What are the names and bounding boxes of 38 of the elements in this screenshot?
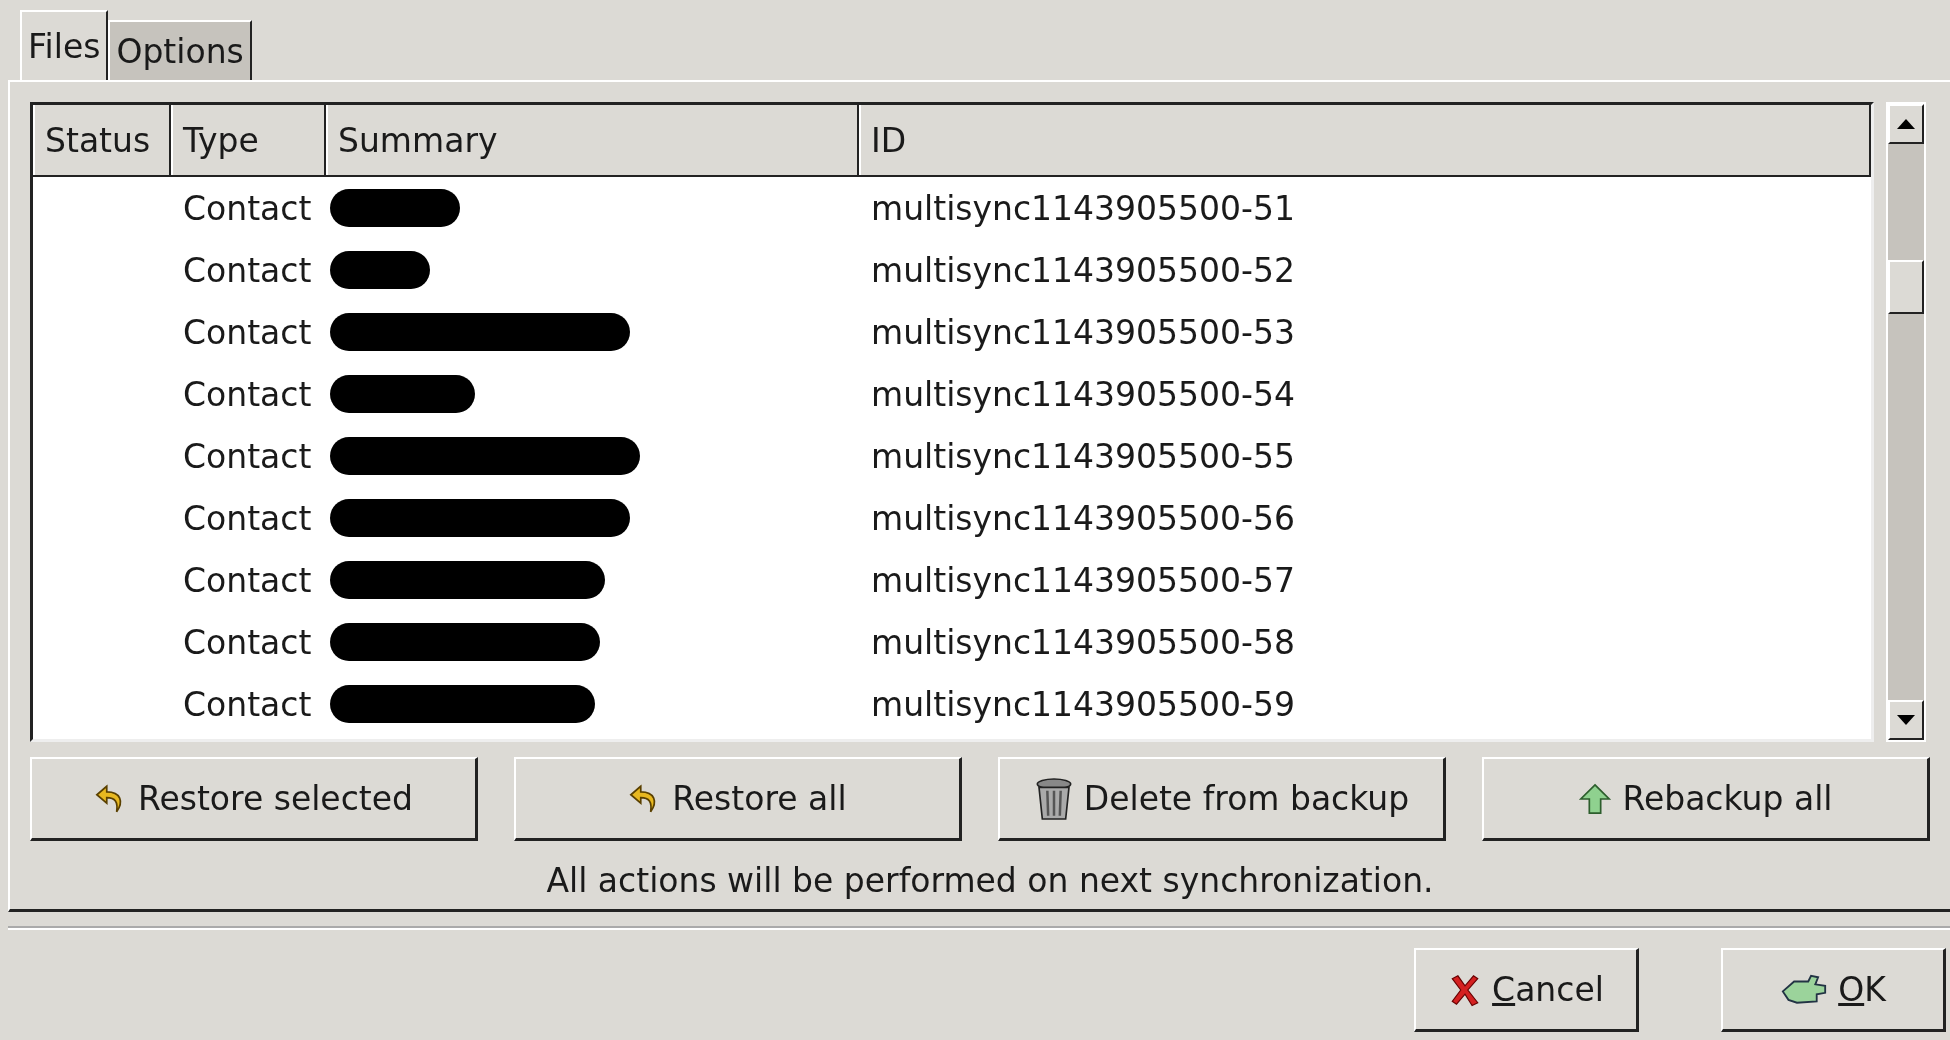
table-cell-text: Contact <box>182 250 313 290</box>
table-cell-text: multisync1143905500-56 <box>870 498 1296 538</box>
table-cell-text: Contact <box>182 436 313 476</box>
table-cell-text: multisync1143905500-59 <box>870 684 1296 724</box>
scrollbar[interactable] <box>1886 102 1926 742</box>
cancel-button[interactable]: Cancel <box>1414 948 1639 1032</box>
up-arrow-icon <box>1578 781 1613 816</box>
table-cell-text: Contact <box>182 312 313 352</box>
table-cell-text: Contact <box>182 684 313 724</box>
table-cell-text: multisync1143905500-52 <box>870 250 1296 290</box>
scroll-up-button[interactable] <box>1888 104 1924 144</box>
ok-button[interactable]: OK <box>1721 948 1946 1032</box>
restore-button[interactable]: Restore selected <box>30 757 478 841</box>
restore-button[interactable]: Restore all <box>514 757 962 841</box>
table-cell-text: Contact <box>182 188 313 228</box>
table-cell-text: multisync1143905500-57 <box>870 560 1296 600</box>
column-header[interactable]: Status <box>33 105 171 175</box>
table-cell-text: multisync1143905500-54 <box>870 374 1296 414</box>
table-cell-text: Contact <box>182 622 313 662</box>
delete-button[interactable]: Delete from backup <box>998 757 1446 841</box>
up-arrow-icon <box>1896 118 1916 130</box>
table-cell-text: multisync1143905500-53 <box>870 312 1296 352</box>
table-cell-text: multisync1143905500-55 <box>870 436 1296 476</box>
column-header[interactable]: Summary <box>326 105 859 175</box>
tab[interactable]: Files <box>20 10 109 80</box>
down-arrow-icon <box>1896 714 1916 726</box>
table-cell-text: multisync1143905500-51 <box>870 188 1296 228</box>
info-message: All actions will be performed on next synchronization. <box>545 861 1435 900</box>
tab[interactable]: Options <box>108 20 252 80</box>
table-cell-text: multisync1143905500-58 <box>870 622 1296 662</box>
rebackup-button[interactable]: Rebackup all <box>1482 757 1930 841</box>
column-header[interactable]: Type <box>171 105 326 175</box>
table-cell-text: Contact <box>182 498 313 538</box>
scroll-thumb[interactable] <box>1888 260 1924 314</box>
table-cell-text: Contact <box>182 560 313 600</box>
table-cell-text: Contact <box>182 374 313 414</box>
column-header[interactable]: ID <box>859 105 1871 175</box>
scroll-down-button[interactable] <box>1888 700 1924 740</box>
